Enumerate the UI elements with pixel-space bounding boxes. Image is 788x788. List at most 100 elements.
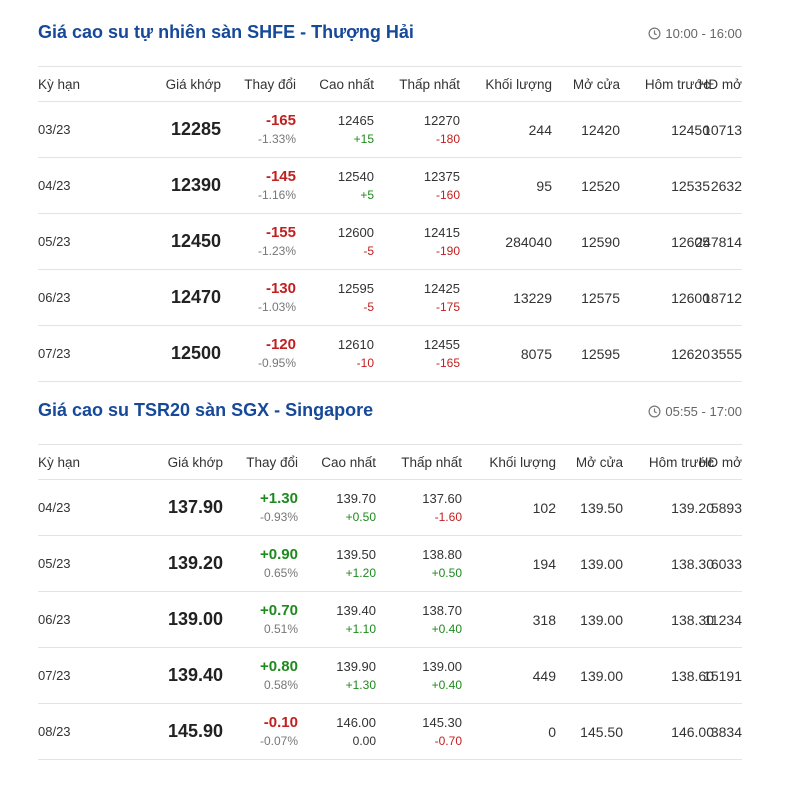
column-header-term: Kỳ hạn — [38, 454, 81, 470]
shfe-table-header: Kỳ hạn Giá khớp Thay đổi Cao nhất Thấp nhất K… — [38, 66, 742, 102]
table-row[interactable]: 05/23 12450 -155 -1.23% 12600 -5 12415 -190 2840… — [38, 214, 742, 270]
high-cell: 12540 +5 — [306, 158, 374, 213]
oi-cell: 15191 — [703, 667, 742, 684]
volume-cell: 95 — [536, 177, 552, 194]
column-header-change: Thay đổi — [244, 76, 296, 92]
low-change: -165 — [435, 356, 460, 370]
volume-cell: 194 — [532, 555, 556, 572]
low-value: 137.60 — [422, 491, 462, 506]
open-cell: 139.00 — [580, 667, 623, 684]
clock-icon — [648, 405, 661, 418]
table-row[interactable]: 05/23 139.20 +0.90 0.65% 139.50 +1.20 138.80 +0… — [38, 536, 742, 592]
high-value: 12595 — [337, 281, 374, 296]
low-change: -175 — [435, 300, 460, 314]
high-cell: 12610 -10 — [306, 326, 374, 381]
change-percent: -1.23% — [257, 244, 296, 258]
low-value: 138.70 — [422, 603, 462, 618]
column-header-high: Cao nhất — [319, 76, 374, 92]
table-row[interactable]: 04/23 12390 -145 -1.16% 12540 +5 12375 -160 95 12… — [38, 158, 742, 214]
open-cell: 12420 — [581, 121, 620, 138]
oi-cell: 10713 — [703, 121, 742, 138]
low-cell: 12455 -165 — [386, 326, 460, 381]
prev-cell: 138.60 — [671, 667, 714, 684]
change-cell: +0.90 0.65% — [228, 536, 298, 591]
open-cell: 12575 — [581, 289, 620, 306]
high-value: 139.40 — [336, 603, 376, 618]
low-value: 12270 — [423, 113, 460, 128]
term-cell: 08/23 — [38, 724, 71, 739]
sgx-table-header: Kỳ hạn Giá khớp Thay đổi Cao nhất Thấp nhất K… — [38, 444, 742, 480]
high-change: +5 — [360, 188, 374, 202]
change-cell: -0.10 -0.07% — [228, 704, 298, 759]
low-change: -1.60 — [434, 510, 462, 524]
low-cell: 12415 -190 — [386, 214, 460, 269]
price-cell: 137.90 — [167, 497, 223, 517]
sgx-title: Giá cao su TSR20 sàn SGX - Singapore — [38, 400, 374, 420]
column-header-term: Kỳ hạn — [38, 76, 81, 92]
low-change: -0.70 — [434, 734, 462, 748]
table-row[interactable]: 04/23 137.90 +1.30 -0.93% 139.70 +0.50 137.60 -… — [38, 480, 742, 536]
prev-cell: 12450 — [671, 121, 710, 138]
low-value: 12375 — [423, 169, 460, 184]
oi-cell: 6033 — [710, 555, 742, 572]
low-change: -190 — [435, 244, 460, 258]
high-change: +1.30 — [345, 678, 376, 692]
table-row[interactable]: 07/23 12500 -120 -0.95% 12610 -10 12455 -165 807… — [38, 326, 742, 382]
term-cell: 07/23 — [38, 668, 71, 683]
volume-cell: 102 — [532, 499, 556, 516]
low-cell: 138.80 +0.50 — [386, 536, 462, 591]
price-cell: 12390 — [170, 175, 221, 195]
change-value: +0.90 — [260, 546, 298, 563]
low-value: 145.30 — [422, 715, 462, 730]
low-value: 12415 — [423, 225, 460, 240]
high-cell: 139.70 +0.50 — [308, 480, 376, 535]
high-value: 12600 — [337, 225, 374, 240]
change-percent: -0.93% — [259, 510, 298, 524]
low-change: +0.50 — [431, 566, 462, 580]
table-row[interactable]: 06/23 12470 -130 -1.03% 12595 -5 12425 -175 1322… — [38, 270, 742, 326]
high-value: 12610 — [337, 337, 374, 352]
change-cell: +0.70 0.51% — [228, 592, 298, 647]
low-cell: 12375 -160 — [386, 158, 460, 213]
high-change: +1.10 — [345, 622, 376, 636]
change-value: -165 — [265, 112, 296, 129]
volume-cell: 449 — [532, 667, 556, 684]
table-row[interactable]: 08/23 145.90 -0.10 -0.07% 146.00 0.00 145.30 -0… — [38, 704, 742, 760]
open-cell: 139.50 — [580, 499, 623, 516]
change-cell: +1.30 -0.93% — [228, 480, 298, 535]
oi-cell: 3555 — [710, 345, 742, 362]
low-value: 138.80 — [422, 547, 462, 562]
column-header-open: Mở cửa — [572, 76, 620, 92]
shfe-title: Giá cao su tự nhiên sàn SHFE - Thượng Hả… — [38, 22, 414, 42]
change-cell: +0.80 0.58% — [228, 648, 298, 703]
change-percent: -0.95% — [257, 356, 296, 370]
column-header-change: Thay đổi — [246, 454, 298, 470]
volume-cell: 8075 — [520, 345, 552, 362]
table-row[interactable]: 03/23 12285 -165 -1.33% 12465 +15 12270 -180 244… — [38, 102, 742, 158]
price-cell: 12285 — [170, 119, 221, 139]
table-row[interactable]: 07/23 139.40 +0.80 0.58% 139.90 +1.30 139.00 +0… — [38, 648, 742, 704]
high-change: -10 — [356, 356, 374, 370]
column-header-oi: HĐ mở — [698, 454, 742, 470]
prev-cell: 12535 — [671, 177, 710, 194]
high-change: 0.00 — [352, 734, 376, 748]
oi-cell: 5893 — [710, 499, 742, 516]
shfe-table-body: 03/23 12285 -165 -1.33% 12465 +15 12270 -180 244… — [38, 102, 742, 382]
low-change: -160 — [435, 188, 460, 202]
price-cell: 12500 — [170, 343, 221, 363]
high-cell: 12595 -5 — [306, 270, 374, 325]
table-row[interactable]: 06/23 139.00 +0.70 0.51% 139.40 +1.10 138.70 +0… — [38, 592, 742, 648]
high-change: -5 — [363, 244, 374, 258]
term-cell: 05/23 — [38, 556, 71, 571]
price-cell: 145.90 — [167, 721, 223, 741]
column-header-low: Thấp nhất — [399, 76, 460, 92]
low-cell: 12270 -180 — [386, 102, 460, 157]
price-cell: 139.20 — [167, 553, 223, 573]
low-cell: 137.60 -1.60 — [386, 480, 462, 535]
high-value: 139.70 — [336, 491, 376, 506]
volume-cell: 244 — [528, 121, 552, 138]
change-percent: -1.33% — [257, 132, 296, 146]
high-cell: 139.90 +1.30 — [308, 648, 376, 703]
change-percent: 0.51% — [263, 622, 298, 636]
sgx-section: Giá cao su TSR20 sàn SGX - Singapore 05:… — [38, 378, 742, 760]
